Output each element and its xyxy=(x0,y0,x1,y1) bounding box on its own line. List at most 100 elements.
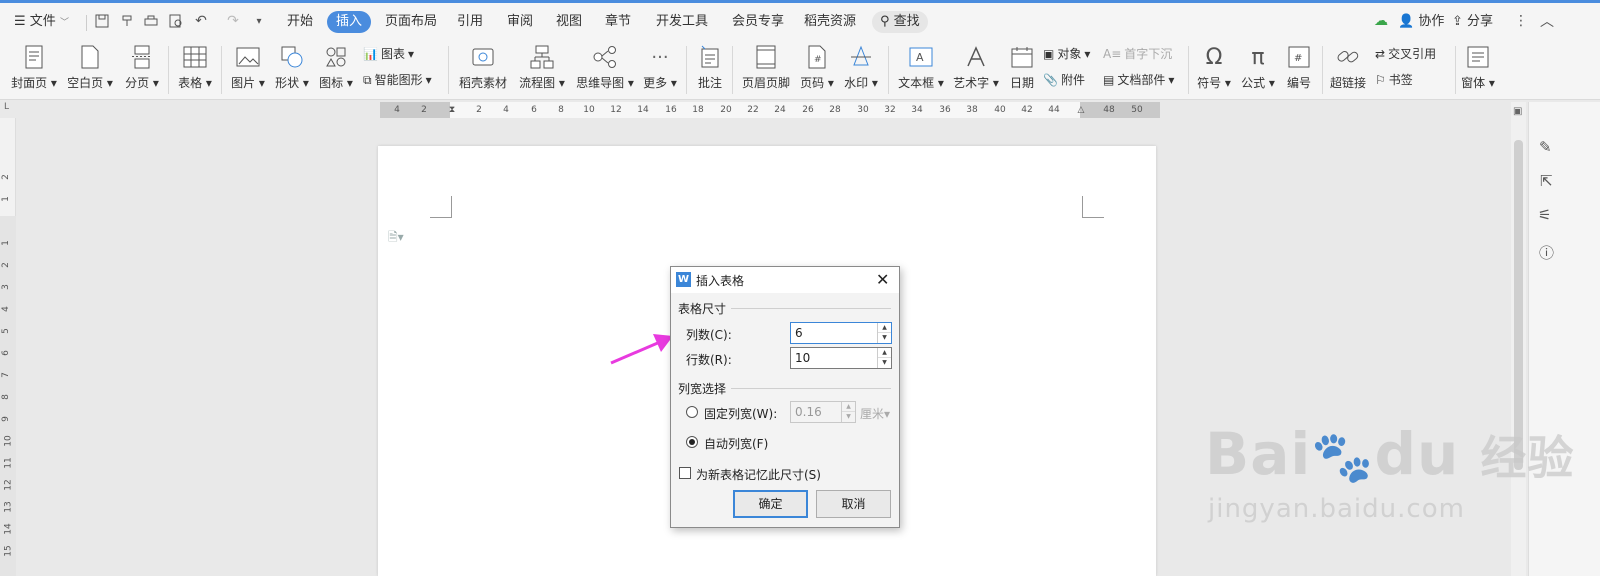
edit-pen-icon[interactable]: ✎ xyxy=(1539,138,1552,156)
print-icon[interactable] xyxy=(142,12,160,30)
numbering-button[interactable]: # 编号 xyxy=(1283,44,1315,91)
attachment-button[interactable]: 📎 附件 xyxy=(1043,70,1085,90)
tab-docer-resources[interactable]: 稻壳资源 xyxy=(804,11,856,33)
dialog-titlebar[interactable]: W 插入表格 ✕ xyxy=(671,267,899,293)
vertical-scrollbar[interactable]: ▣ xyxy=(1511,102,1526,576)
fixed-width-spinbox[interactable]: 0.16 ▲ ▼ xyxy=(790,401,856,423)
ok-button[interactable]: 确定 xyxy=(733,490,808,518)
form-icon xyxy=(1463,44,1493,70)
ruler-tick: 2 xyxy=(476,105,482,115)
file-menu[interactable]: ☰ 文件 ﹀ xyxy=(14,11,69,33)
tab-references[interactable]: 引用 xyxy=(457,11,483,33)
columns-spin-arrows[interactable]: ▲ ▼ xyxy=(877,323,891,343)
search-box[interactable]: ⚲ 查找 xyxy=(872,11,928,33)
hamburger-icon: ☰ xyxy=(14,14,26,29)
collaborate-button[interactable]: 👤 协作 xyxy=(1398,11,1444,33)
collapse-ribbon-icon[interactable]: ︿ xyxy=(1538,12,1556,30)
tab-view[interactable]: 视图 xyxy=(556,11,582,33)
tab-page-layout[interactable]: 页面布局 xyxy=(385,11,437,33)
share-button[interactable]: ⇪ 分享 xyxy=(1452,11,1493,33)
page-number-button[interactable]: # 页码 ▾ xyxy=(798,44,836,91)
rows-spinbox[interactable]: 10 ▲ ▼ xyxy=(790,347,892,369)
undo-icon[interactable]: ↶ xyxy=(192,12,210,30)
chart-button[interactable]: 📊 图表 ▾ xyxy=(363,44,414,64)
object-button[interactable]: ▣ 对象 ▾ xyxy=(1043,44,1090,64)
fixed-width-input[interactable]: 0.16 xyxy=(795,405,822,419)
watermark-button[interactable]: 水印 ▾ xyxy=(842,44,880,91)
paragraph-options-icon[interactable]: 🗎▾ xyxy=(388,228,404,249)
bookmark-button[interactable]: ⚐ 书签 xyxy=(1375,70,1413,90)
fixed-width-spin-arrows[interactable]: ▲ ▼ xyxy=(841,402,855,422)
cover-page-button[interactable]: 封面页 ▾ xyxy=(10,44,58,91)
formula-button[interactable]: π 公式 ▾ xyxy=(1239,44,1277,91)
docer-material-button[interactable]: 稻壳素材 xyxy=(456,44,510,91)
spin-down-icon[interactable]: ▼ xyxy=(842,412,855,422)
redo-icon[interactable]: ↷ xyxy=(224,12,242,30)
remember-size-checkbox[interactable] xyxy=(679,467,691,479)
print-preview-icon[interactable] xyxy=(167,12,185,30)
save-icon[interactable] xyxy=(93,12,111,30)
scroll-top-icon[interactable]: ▣ xyxy=(1513,106,1522,117)
picture-button[interactable]: 图片 ▾ xyxy=(229,44,267,91)
spin-up-icon[interactable]: ▲ xyxy=(878,323,891,333)
quick-access-dropdown-icon[interactable]: ▾ xyxy=(250,12,268,30)
blank-page-button[interactable]: 空白页 ▾ xyxy=(66,44,114,91)
select-cursor-icon[interactable]: ⇱ xyxy=(1540,172,1553,190)
tab-review[interactable]: 审阅 xyxy=(507,11,533,33)
rows-input[interactable]: 10 xyxy=(795,351,810,365)
close-icon[interactable]: ✕ xyxy=(876,270,889,289)
symbol-button[interactable]: Ω 符号 ▾ xyxy=(1195,44,1233,91)
fixed-width-radio[interactable] xyxy=(686,406,698,418)
window-form-button[interactable]: 窗体 ▾ xyxy=(1460,44,1496,91)
spin-up-icon[interactable]: ▲ xyxy=(878,348,891,358)
spin-up-icon[interactable]: ▲ xyxy=(842,402,855,412)
table-button[interactable]: 表格 ▾ xyxy=(175,44,215,91)
spin-down-icon[interactable]: ▼ xyxy=(878,333,891,343)
cross-reference-icon: ⇄ xyxy=(1375,47,1386,61)
mindmap-button[interactable]: 思维导图 ▾ xyxy=(574,44,636,91)
ruler-tick: 13 xyxy=(3,501,14,513)
tab-section[interactable]: 章节 xyxy=(605,11,631,33)
search-icon: ⚲ xyxy=(880,14,890,29)
document-parts-button[interactable]: ▤ 文档部件 ▾ xyxy=(1103,70,1174,90)
textbox-button[interactable]: A 文本框 ▾ xyxy=(896,44,946,91)
drop-cap-button[interactable]: A≡ 首字下沉 xyxy=(1103,44,1172,64)
smart-art-button[interactable]: ⧉ 智能图形 ▾ xyxy=(363,70,432,90)
spin-down-icon[interactable]: ▼ xyxy=(878,358,891,368)
ruler-tick: 14 xyxy=(637,105,649,115)
auto-width-label: 自动列宽(F) xyxy=(704,437,769,451)
horizontal-ruler[interactable]: 4 2 ⧗ 2 4 6 8 10 12 14 16 18 20 22 24 26… xyxy=(380,102,1160,118)
wordart-button[interactable]: 艺术字 ▾ xyxy=(951,44,1001,91)
columns-spinbox[interactable]: 6 ▲ ▼ xyxy=(790,322,892,344)
settings-sliders-icon[interactable]: ⚟ xyxy=(1538,206,1551,224)
indent-marker[interactable]: ⧗ xyxy=(449,105,455,115)
tab-developer[interactable]: 开发工具 xyxy=(656,11,708,33)
right-indent-marker[interactable]: △ xyxy=(1078,105,1085,115)
link-icon xyxy=(1333,44,1363,70)
more-button[interactable]: ··· 更多 ▾ xyxy=(642,44,678,91)
vertical-ruler[interactable]: 2 1 1 2 3 4 5 6 7 8 9 10 11 12 13 14 15 xyxy=(0,118,16,576)
comment-button[interactable]: 批注 xyxy=(694,44,726,91)
more-options-icon[interactable]: ⋮ xyxy=(1512,12,1530,30)
flowchart-button[interactable]: 流程图 ▾ xyxy=(516,44,568,91)
ribbon-insert: 封面页 ▾ 空白页 ▾ 分页 ▾ 表格 ▾ 图片 ▾ 形状 ▾ 图标 ▾ 📊 图表… xyxy=(0,40,1600,100)
remember-size-label: 为新表格记忆此尺寸(S) xyxy=(696,468,821,482)
columns-input[interactable]: 6 xyxy=(795,326,803,340)
cross-reference-button[interactable]: ⇄ 交叉引用 xyxy=(1375,44,1436,64)
header-footer-button[interactable]: 页眉页脚 xyxy=(740,44,792,91)
cloud-sync-icon[interactable]: ☁ xyxy=(1372,12,1390,30)
help-icon[interactable]: ⓘ xyxy=(1539,242,1554,263)
date-button[interactable]: 日期 xyxy=(1006,44,1038,91)
hyperlink-button[interactable]: 超链接 xyxy=(1328,44,1368,91)
page-break-button[interactable]: 分页 ▾ xyxy=(122,44,162,91)
cancel-button[interactable]: 取消 xyxy=(816,490,891,518)
shape-button[interactable]: 形状 ▾ xyxy=(273,44,311,91)
tab-insert[interactable]: 插入 xyxy=(327,11,372,33)
tab-member[interactable]: 会员专享 xyxy=(732,11,784,33)
unit-dropdown[interactable]: 厘米▾ xyxy=(860,405,890,422)
rows-spin-arrows[interactable]: ▲ ▼ xyxy=(877,348,891,368)
format-painter-icon[interactable] xyxy=(118,12,136,30)
tab-home[interactable]: 开始 xyxy=(287,11,313,33)
icon-button[interactable]: 图标 ▾ xyxy=(317,44,355,91)
auto-width-radio[interactable] xyxy=(686,436,698,448)
